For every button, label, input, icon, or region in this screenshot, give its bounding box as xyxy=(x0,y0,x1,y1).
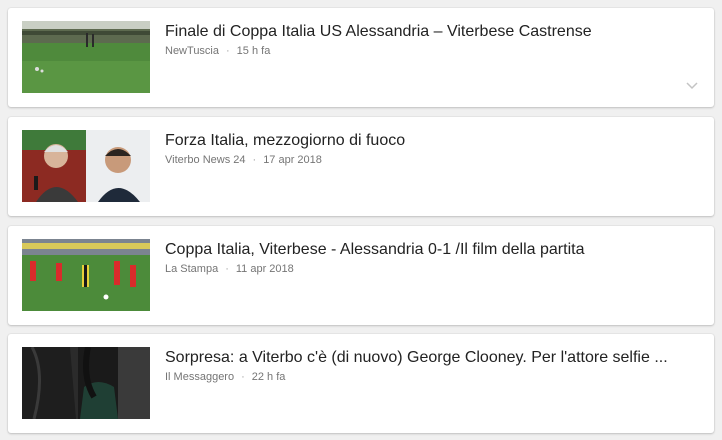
news-card[interactable]: Sorpresa: a Viterbo c'è (di nuovo) Georg… xyxy=(8,334,714,433)
article-thumbnail[interactable] xyxy=(22,130,150,202)
article-time: 15 h fa xyxy=(236,45,271,57)
article-title[interactable]: Finale di Coppa Italia US Alessandria – … xyxy=(165,22,695,42)
article-title[interactable]: Sorpresa: a Viterbo c'è (di nuovo) Georg… xyxy=(165,348,695,368)
article-source: Viterbo News 24 xyxy=(165,154,246,166)
article-title[interactable]: Coppa Italia, Viterbese - Alessandria 0-… xyxy=(165,240,695,260)
article-thumbnail[interactable] xyxy=(22,21,150,93)
chevron-down-icon[interactable] xyxy=(684,77,700,93)
news-card[interactable]: Finale di Coppa Italia US Alessandria – … xyxy=(8,8,714,107)
meta-separator: · xyxy=(226,45,230,57)
news-feed: Finale di Coppa Italia US Alessandria – … xyxy=(0,0,722,440)
article-source: La Stampa xyxy=(165,263,219,275)
article-thumbnail[interactable] xyxy=(22,347,150,419)
article-meta: NewTuscia · 15 h fa xyxy=(165,44,270,58)
article-time: 17 apr 2018 xyxy=(263,154,322,166)
article-meta: Il Messaggero · 22 h fa xyxy=(165,370,285,384)
news-card[interactable]: Coppa Italia, Viterbese - Alessandria 0-… xyxy=(8,226,714,325)
article-time: 11 apr 2018 xyxy=(235,263,294,275)
article-title[interactable]: Forza Italia, mezzogiorno di fuoco xyxy=(165,131,695,151)
meta-separator: · xyxy=(252,154,257,166)
news-card[interactable]: Forza Italia, mezzogiorno di fuoco Viter… xyxy=(8,117,714,216)
article-meta: Viterbo News 24 · 17 apr 2018 xyxy=(165,153,322,167)
article-thumbnail[interactable] xyxy=(22,239,150,311)
article-source: Il Messaggero xyxy=(165,371,235,383)
article-time: 22 h fa xyxy=(251,371,286,383)
article-source: NewTuscia xyxy=(165,45,219,57)
meta-separator: · xyxy=(225,263,229,275)
meta-separator: · xyxy=(241,371,245,383)
article-meta: La Stampa · 11 apr 2018 xyxy=(165,262,294,276)
